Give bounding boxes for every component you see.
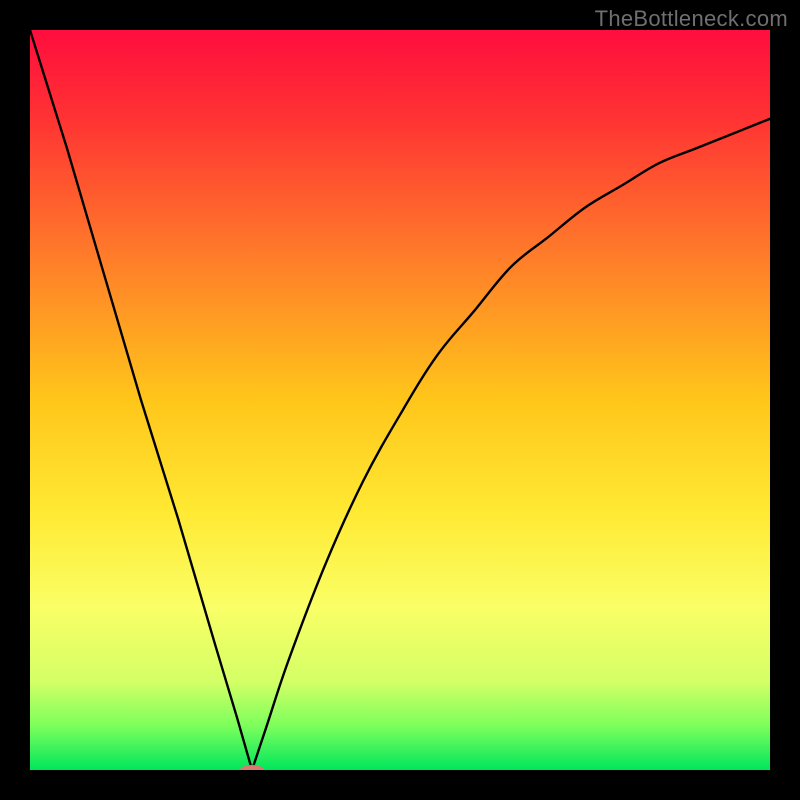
- frame: TheBottleneck.com: [0, 0, 800, 800]
- watermark-label: TheBottleneck.com: [595, 6, 788, 32]
- chart-svg: [30, 30, 770, 770]
- chart-plot-area: [30, 30, 770, 770]
